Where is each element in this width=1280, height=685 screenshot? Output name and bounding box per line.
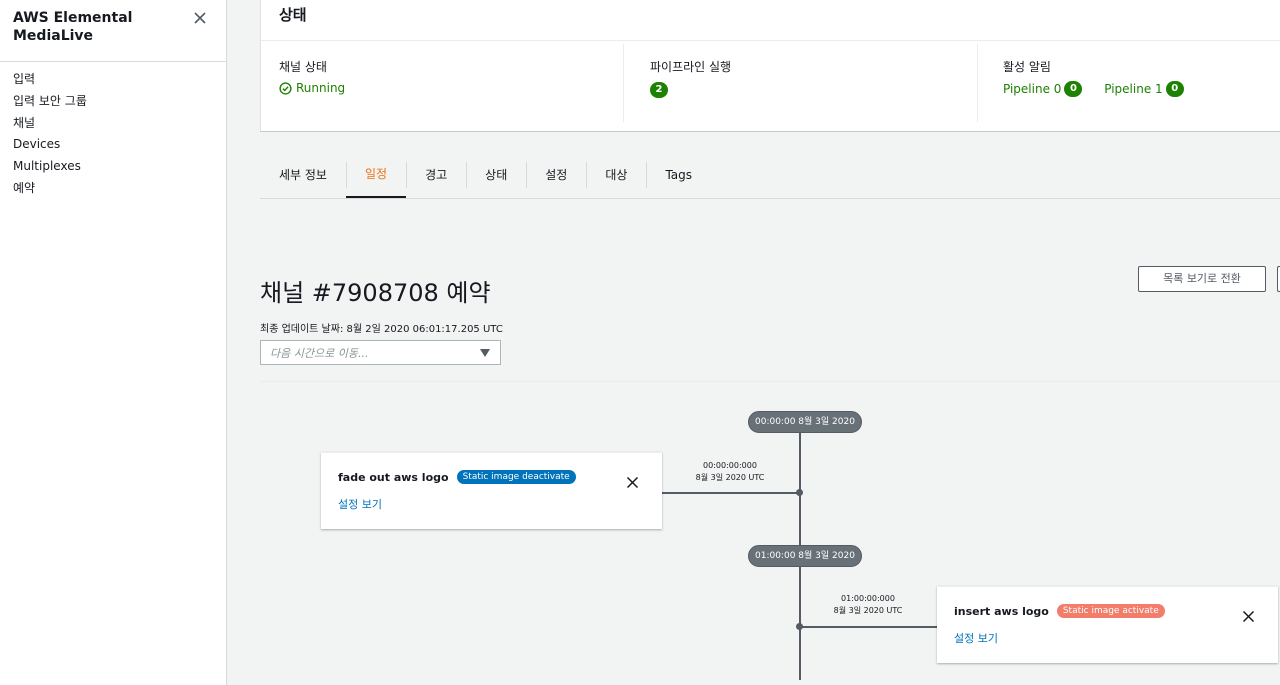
action-type-badge: Static image deactivate [456,470,576,484]
caret-down-icon [480,349,490,357]
switch-to-list-view-button[interactable]: 목록 보기로 전환 [1138,266,1266,292]
sidebar-title: AWS Elemental MediaLive [13,10,133,44]
tab-settings[interactable]: 설정 [526,151,586,198]
sidebar-divider [0,61,226,62]
pipeline0-label: Pipeline 0 [1003,82,1062,96]
channel-state: 채널 상태 Running [279,58,345,95]
tab-alerts[interactable]: 경고 [406,151,466,198]
action-time-label: 01:00:00:000 8월 3일 2020 UTC [823,593,913,617]
action-type-badge: Static image activate [1056,604,1165,618]
status-divider [977,44,978,122]
close-icon[interactable] [626,476,639,489]
view-settings-link[interactable]: 설정 보기 [954,630,998,646]
sidebar-item-reservations[interactable]: 예약 [13,178,87,200]
action-date: 8월 3일 2020 UTC [833,606,903,615]
timeline-dot [796,623,803,630]
last-updated-text: 최종 업데이트 날짜: 8월 2일 2020 06:01:17.205 UTC [260,324,503,335]
timeline-dot [796,489,803,496]
pipeline0-count: 0 [1064,81,1083,97]
schedule-divider [260,381,1280,382]
action-time: 01:00:00:000 [841,594,895,603]
action-title: fade out aws logo Static image deactivat… [338,470,576,484]
sidebar-item-devices[interactable]: Devices [13,134,87,156]
schedule-action-card: insert aws logo Static image activate 설정… [937,586,1278,663]
tab-tags[interactable]: Tags [646,151,711,198]
timeline-marker: 01:00:00 8월 3일 2020 [748,545,862,567]
action-name: insert aws logo [954,604,1049,618]
pipeline0-alerts[interactable]: Pipeline 0 0 [1003,81,1083,97]
tab-health[interactable]: 상태 [466,151,526,198]
pipelines-running-count: 2 [650,82,668,98]
action-time-label: 00:00:00:000 8월 3일 2020 UTC [685,460,775,484]
close-icon[interactable] [192,10,208,26]
pipelines-running: 파이프라인 실행 2 [650,58,731,98]
tab-schedule[interactable]: 일정 [345,151,407,198]
tab-details[interactable]: 세부 정보 [260,151,346,198]
active-alerts: 활성 알림 Pipeline 0 0 Pipeline 1 0 [1003,58,1202,97]
active-alerts-label: 활성 알림 [1003,60,1051,74]
sidebar-item-inputs[interactable]: 입력 [13,69,87,91]
tab-destinations[interactable]: 대상 [586,151,646,198]
pipelines-running-label: 파이프라인 실행 [650,60,732,74]
schedule-action-card: fade out aws logo Static image deactivat… [321,452,662,529]
check-circle-icon [279,81,292,95]
action-date: 8월 3일 2020 UTC [695,473,765,482]
running-text: Running [296,81,346,95]
view-settings-link[interactable]: 설정 보기 [338,496,382,512]
timeline-connector [661,492,800,494]
goto-time-select[interactable]: 다음 시간으로 이동... [260,340,501,365]
channel-state-label: 채널 상태 [279,60,327,74]
schedule-title: 채널 #7908708 예약 [260,279,491,307]
action-title: insert aws logo Static image activate [954,604,1165,618]
goto-time-placeholder: 다음 시간으로 이동... [270,347,369,360]
sidebar-item-multiplexes[interactable]: Multiplexes [13,156,87,178]
pipeline1-alerts[interactable]: Pipeline 1 0 [1104,81,1184,97]
action-time: 00:00:00:000 [703,461,757,470]
sidebar: AWS Elemental MediaLive 입력 입력 보안 그룹 채널 D… [0,0,227,685]
sidebar-nav: 입력 입력 보안 그룹 채널 Devices Multiplexes 예약 [13,69,87,200]
timeline-marker: 00:00:00 8월 3일 2020 [748,411,862,433]
timeline-connector [800,626,937,628]
status-divider [623,44,624,122]
sidebar-item-channels[interactable]: 채널 [13,113,87,135]
pipeline1-count: 0 [1165,81,1184,97]
close-icon[interactable] [1242,610,1255,623]
main-content: 상태 채널 상태 Running 파이프라인 실행 2 활성 알림 Pipeli… [228,0,1280,685]
status-heading: 상태 [261,0,1280,41]
channel-tabs: 세부 정보 일정 경고 상태 설정 대상 Tags [260,150,1280,199]
status-panel: 상태 채널 상태 Running 파이프라인 실행 2 활성 알림 Pipeli… [260,0,1280,132]
action-name: fade out aws logo [338,470,449,484]
pipeline1-label: Pipeline 1 [1104,82,1163,96]
sidebar-item-input-security-groups[interactable]: 입력 보안 그룹 [13,91,87,113]
channel-state-value: Running [279,81,345,95]
